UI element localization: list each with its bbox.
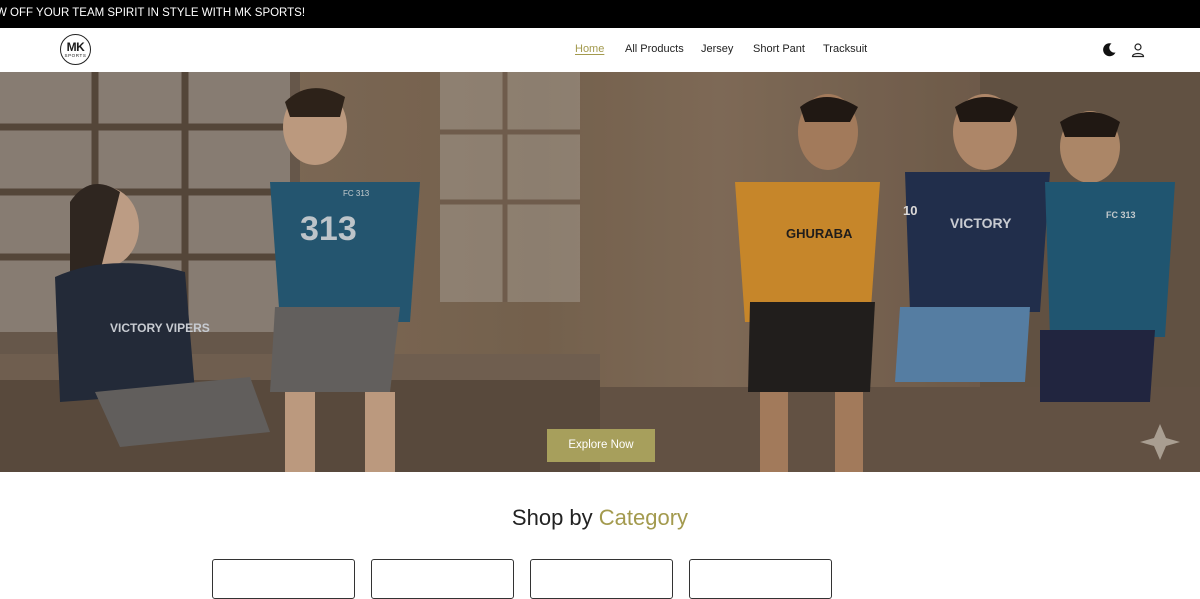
user-icon[interactable] xyxy=(1130,42,1146,58)
category-card[interactable] xyxy=(371,559,514,599)
category-card[interactable] xyxy=(212,559,355,599)
announcement-bar: W OFF YOUR TEAM SPIRIT IN STYLE WITH MK … xyxy=(0,0,1200,28)
category-card[interactable] xyxy=(689,559,832,599)
site-header: MK SPORTS Home All Products Jersey Short… xyxy=(0,28,1200,72)
nav-all-products[interactable]: All Products xyxy=(625,43,684,55)
nav-tracksuit[interactable]: Tracksuit xyxy=(823,43,867,55)
nav-jersey[interactable]: Jersey xyxy=(701,43,733,55)
heading-main: Shop by xyxy=(511,505,593,530)
nav-home[interactable]: Home xyxy=(575,43,604,55)
hero-illustration: VICTORY VIPERS 313 FC 313 GHURABA VICTOR… xyxy=(0,72,1200,472)
hero-banner: VICTORY VIPERS 313 FC 313 GHURABA VICTOR… xyxy=(0,72,1200,472)
announcement-text: W OFF YOUR TEAM SPIRIT IN STYLE WITH MK … xyxy=(0,7,306,19)
category-card[interactable] xyxy=(530,559,673,599)
heading-accent: Category xyxy=(598,505,689,530)
shop-by-category-heading: Shop by Category xyxy=(0,505,1200,531)
explore-now-button[interactable]: Explore Now xyxy=(547,429,655,462)
nav-short-pant[interactable]: Short Pant xyxy=(753,43,805,55)
moon-icon[interactable] xyxy=(1101,42,1117,58)
main-nav: Home All Products Jersey Short Pant Trac… xyxy=(0,28,1200,72)
